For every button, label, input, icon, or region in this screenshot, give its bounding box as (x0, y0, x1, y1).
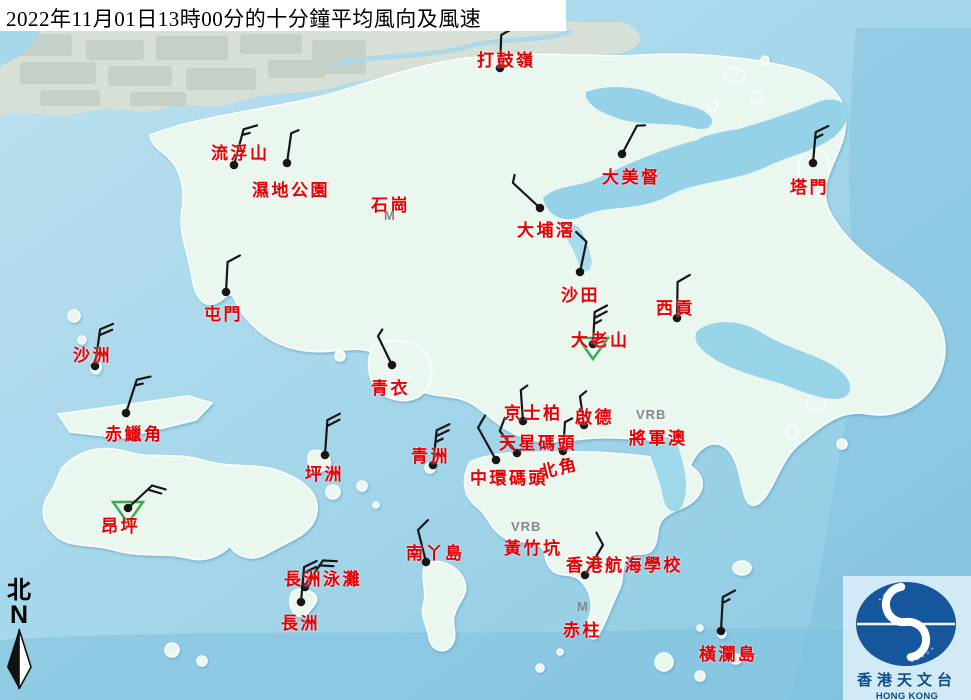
sea-deep-south (0, 628, 971, 700)
hko-logo: 香港天文台 HONG KONG OBSERVATORY (843, 576, 971, 700)
map-title: 2022年11月01日13時00分的十分鐘平均風向及風速 (0, 0, 566, 33)
hko-name-chinese: 香港天文台 (843, 669, 971, 690)
hko-name-english: HONG KONG OBSERVATORY (843, 691, 971, 700)
compass-arrow-icon (4, 627, 34, 691)
title-bar: 2022年11月01日13時00分的十分鐘平均風向及風速 (0, 0, 566, 31)
compass-north-letter: N (2, 604, 36, 627)
land-peng-chau (308, 450, 330, 471)
wind-map-page: 打鼓嶺流浮山濕地公園石崗M大美督塔門大埔滘沙田屯門沙洲青衣赤鱲角昂坪坪洲青洲中環… (0, 0, 971, 700)
hko-logo-icon (843, 576, 971, 668)
north-compass: 北 N (2, 579, 36, 696)
hong-kong-map (0, 0, 971, 700)
